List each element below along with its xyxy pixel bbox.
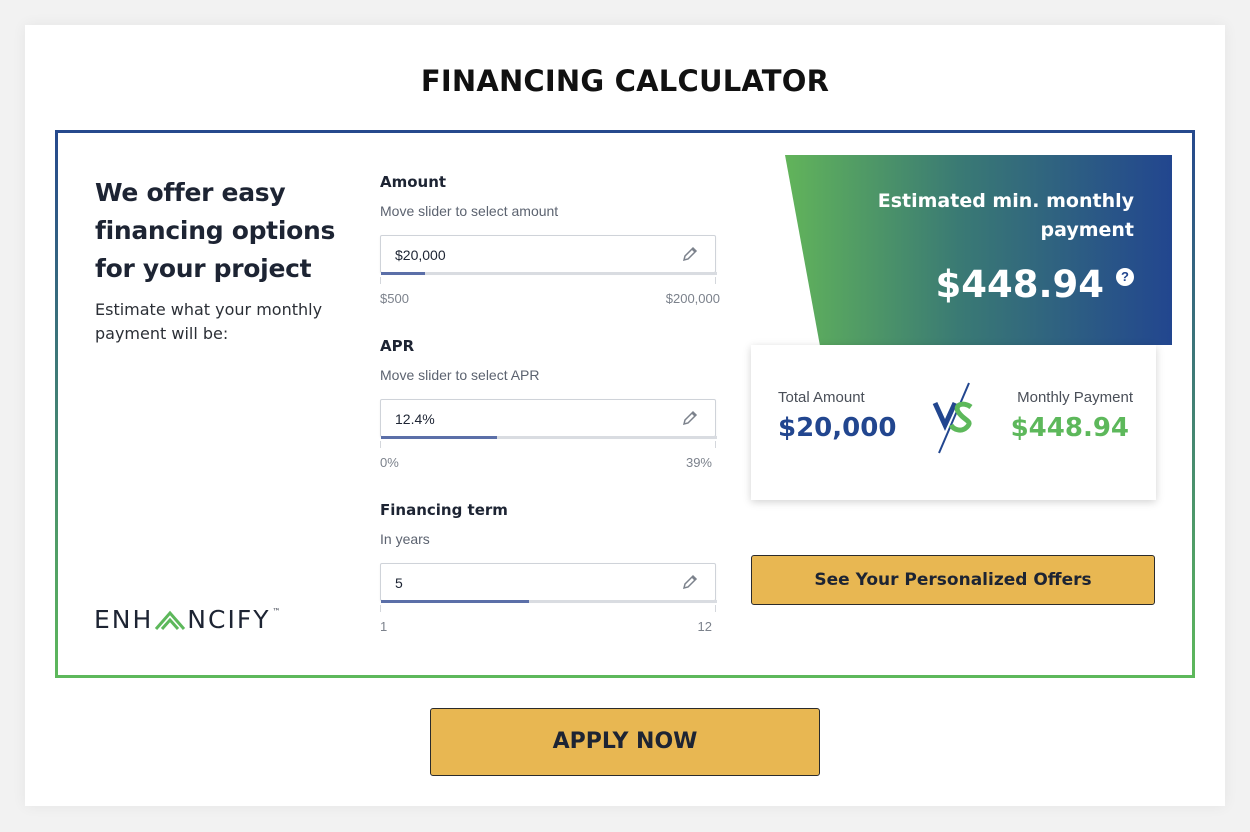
amount-min: $500: [380, 291, 409, 306]
logo-text-right: NCIFY: [187, 605, 271, 634]
logo-text-left: ENH: [94, 605, 154, 634]
term-label: Financing term: [380, 501, 508, 519]
vs-icon: [932, 382, 973, 454]
pencil-icon[interactable]: [681, 573, 699, 591]
comparison-card: Total Amount $20,000 Monthly Payment $44…: [751, 345, 1156, 500]
amount-value: $20,000: [395, 247, 446, 263]
term-slider[interactable]: [381, 600, 717, 603]
amount-slider-fill: [381, 272, 425, 275]
amount-field-group: Amount Move slider to select amount $20,…: [380, 173, 720, 306]
term-field-group: Financing term In years 5 1 12: [380, 501, 720, 634]
term-max: 12: [697, 619, 712, 634]
personalized-offers-button[interactable]: See Your Personalized Offers: [751, 555, 1155, 605]
amount-label: Amount: [380, 173, 447, 191]
pencil-icon[interactable]: [681, 409, 699, 427]
apply-now-button[interactable]: APPLY NOW: [430, 708, 820, 776]
apr-label: APR: [380, 337, 415, 355]
apr-ticks: [380, 441, 720, 449]
term-slider-fill: [381, 600, 529, 603]
pencil-icon[interactable]: [681, 245, 699, 263]
apr-help: Move slider to select APR: [380, 367, 540, 383]
amount-range: $500 $200,000: [380, 291, 720, 306]
amount-max: $200,000: [665, 291, 720, 306]
monthly-payment-label: Monthly Payment: [1017, 389, 1133, 406]
apr-range: 0% 39%: [380, 455, 712, 470]
estimated-payment-title: Estimated min. monthly payment: [877, 190, 1134, 241]
logo-roof-icon: [155, 610, 186, 630]
total-amount-value: $20,000: [778, 413, 897, 443]
apr-input[interactable]: 12.4%: [380, 399, 717, 439]
term-range: 1 12: [380, 619, 712, 634]
page-title: FINANCING CALCULATOR: [420, 64, 830, 98]
term-min: 1: [380, 619, 388, 634]
amount-help: Move slider to select amount: [380, 203, 559, 219]
monthly-payment-value: $448.94: [1010, 413, 1129, 443]
amount-ticks: [380, 277, 720, 285]
estimated-payment-amount: $448.94: [935, 263, 1104, 306]
term-value: 5: [395, 575, 403, 591]
intro-subtext: Estimate what your monthly payment will …: [95, 300, 323, 343]
term-input[interactable]: 5: [380, 563, 717, 603]
apr-max: 39%: [685, 455, 712, 470]
apr-slider[interactable]: [381, 436, 717, 439]
amount-input[interactable]: $20,000: [380, 235, 717, 275]
apr-slider-fill: [381, 436, 497, 439]
term-help: In years: [380, 531, 430, 547]
estimated-payment-banner: Estimated min. monthly payment $448.94 ?: [785, 155, 1172, 345]
term-ticks: [380, 605, 720, 613]
intro-heading: We offer easy financing options for your…: [95, 178, 336, 283]
amount-slider[interactable]: [381, 272, 717, 275]
question-icon[interactable]: ?: [1116, 268, 1134, 286]
apr-field-group: APR Move slider to select APR 12.4% 0% 3…: [380, 337, 720, 470]
enhancify-logo: ENH NCIFY ™: [94, 605, 280, 634]
logo-trademark: ™: [272, 607, 281, 616]
apr-value: 12.4%: [395, 411, 435, 427]
apr-min: 0%: [380, 455, 399, 470]
total-amount-label: Total Amount: [778, 389, 865, 406]
